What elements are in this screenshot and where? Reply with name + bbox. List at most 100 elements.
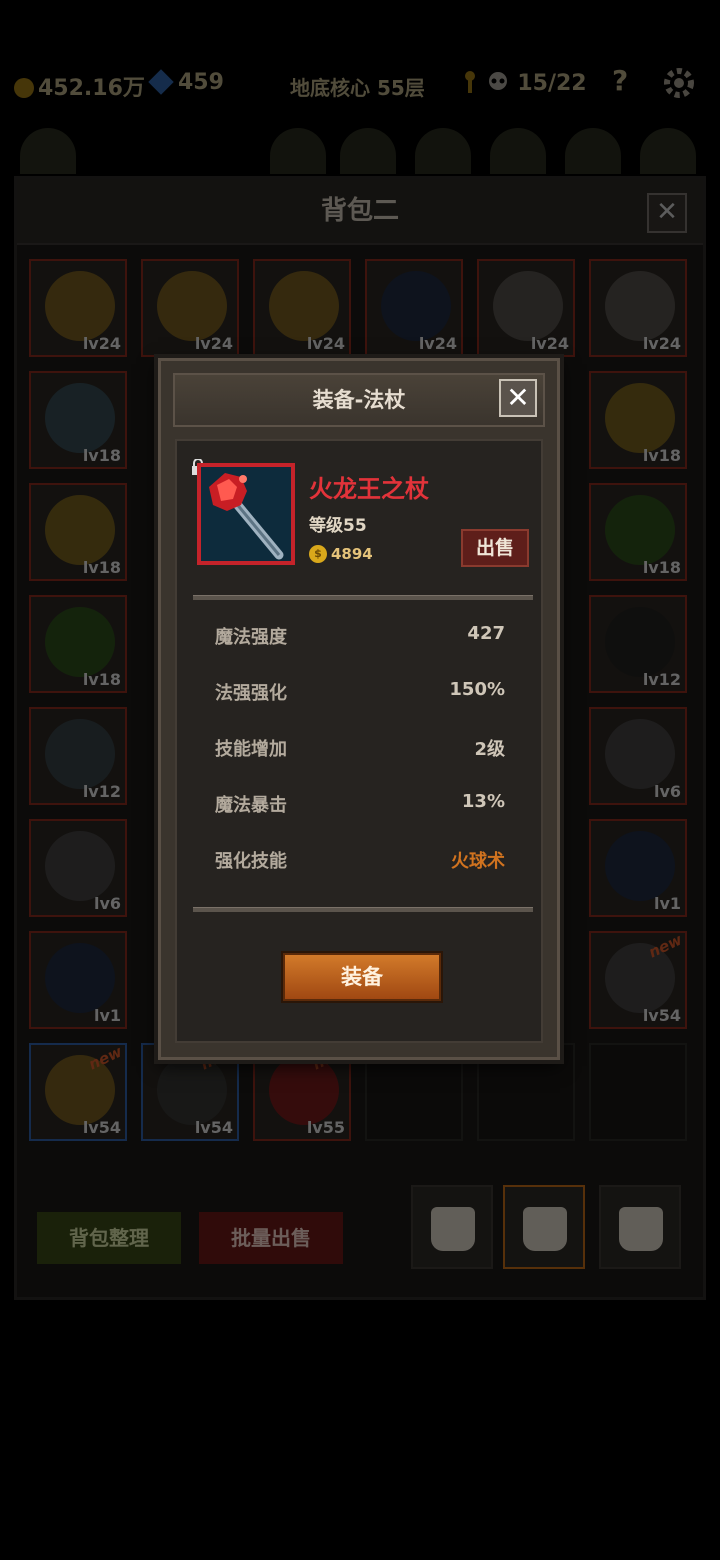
batch-sell-button[interactable]: 批量出售: [199, 1212, 343, 1264]
slot-level: lv24: [530, 334, 569, 353]
slot-level: lv54: [642, 1006, 681, 1025]
horned-helmet-icon: [605, 271, 675, 341]
equipment-detail-modal: 装备-法杖 ✕ 火龙王之杖 等级55 $ 4894 出售 魔法强度 427 法强…: [158, 358, 560, 1060]
bag-title: 背包二: [17, 179, 703, 245]
slot-level: lv24: [306, 334, 345, 353]
status-bar: 452.16万 459 地底核心 55层 15/22 ?: [0, 62, 720, 106]
slot-level: lv18: [642, 446, 681, 465]
gold-counter: 452.16万: [14, 70, 145, 102]
gem-counter: 459: [148, 69, 224, 95]
gem-icon: [148, 69, 174, 95]
modal-title: 装备-法杖: [312, 388, 406, 412]
hero-portrait-row: [0, 118, 720, 176]
bag-slot[interactable]: lv12: [589, 595, 687, 693]
key-icon: [465, 71, 475, 93]
backpack-icon: [431, 1207, 475, 1251]
backpack-icon: [619, 1207, 663, 1251]
bag-slot[interactable]: lv18: [29, 483, 127, 581]
bag-slot[interactable]: lv24: [589, 259, 687, 357]
modal-header: 装备-法杖 ✕: [173, 373, 545, 427]
horned-helmet-icon: [493, 271, 563, 341]
hero-portrait: [640, 128, 696, 174]
hero-portrait: [415, 128, 471, 174]
bag-tab-1[interactable]: [411, 1185, 493, 1269]
slot-level: lv18: [642, 558, 681, 577]
stat-label: 法强强化: [215, 683, 287, 704]
slot-level: lv54: [82, 1118, 121, 1137]
stat-row: 法强强化 150%: [215, 679, 505, 709]
sell-button[interactable]: 出售: [461, 529, 529, 567]
ring-icon: [605, 383, 675, 453]
modal-close-button[interactable]: ✕: [499, 379, 537, 417]
stat-row: 强化技能 火球术: [215, 847, 505, 877]
slot-level: lv12: [82, 782, 121, 801]
stat-label: 魔法暴击: [215, 795, 287, 816]
bag-slot[interactable]: lv24: [29, 259, 127, 357]
earring-icon: [269, 271, 339, 341]
item-icon-frame: [197, 463, 295, 565]
bag-slot[interactable]: lv24: [253, 259, 351, 357]
hero-portrait: [490, 128, 546, 174]
bag-slot[interactable]: lv1: [29, 931, 127, 1029]
item-level: 等级55: [309, 516, 367, 536]
bag-tab-2[interactable]: [503, 1185, 585, 1269]
enhanced-skill-value: 火球术: [451, 851, 505, 872]
bag-slot[interactable]: lv1: [589, 819, 687, 917]
bag-slot[interactable]: lv6: [589, 707, 687, 805]
bag-slot[interactable]: lv24: [477, 259, 575, 357]
stat-value: 427: [467, 623, 505, 644]
cloak-icon: [45, 607, 115, 677]
backpack-icon: [523, 1207, 567, 1251]
slot-level: lv18: [82, 446, 121, 465]
slot-level: lv54: [194, 1118, 233, 1137]
boots-icon: [381, 271, 451, 341]
stat-value: 150%: [449, 679, 505, 700]
bag-slot[interactable]: lv24: [141, 259, 239, 357]
boots-icon: [45, 943, 115, 1013]
help-button[interactable]: ?: [612, 64, 628, 97]
slot-level: lv24: [642, 334, 681, 353]
skull-icon: [488, 72, 507, 90]
shield-icon: [45, 719, 115, 789]
stat-row: 技能增加 2级: [215, 735, 505, 765]
earring-icon: [157, 271, 227, 341]
hero-portrait: [340, 128, 396, 174]
axe-icon: [45, 383, 115, 453]
earring-icon: [45, 271, 115, 341]
bag-slot[interactable]: lv18: [589, 483, 687, 581]
bag-slot[interactable]: lv12: [29, 707, 127, 805]
bag-slot[interactable]: lv6: [29, 819, 127, 917]
hero-portrait: [20, 128, 76, 174]
divider: [193, 907, 533, 912]
bag-slot[interactable]: lv18: [29, 595, 127, 693]
bag-slot[interactable]: lv18: [589, 371, 687, 469]
bag-slot[interactable]: lv18: [29, 371, 127, 469]
sort-bag-button[interactable]: 背包整理: [37, 1212, 181, 1264]
empty-bag-slot[interactable]: [589, 1043, 687, 1141]
helmet-icon: [45, 831, 115, 901]
stat-row: 魔法强度 427: [215, 623, 505, 653]
slot-level: lv1: [653, 894, 681, 913]
stat-label: 技能增加: [215, 739, 287, 760]
slot-level: lv6: [93, 894, 121, 913]
bag-slot[interactable]: newlv54: [29, 1043, 127, 1141]
slot-level: lv6: [653, 782, 681, 801]
item-price: 4894: [331, 545, 373, 563]
bag-tab-3[interactable]: [599, 1185, 681, 1269]
slot-level: lv55: [306, 1118, 345, 1137]
equip-button[interactable]: 装备: [283, 953, 441, 1001]
slot-level: lv24: [194, 334, 233, 353]
floor-label: 地底核心 55层: [290, 76, 425, 100]
settings-gear-icon[interactable]: [662, 66, 696, 100]
bag-close-button[interactable]: ✕: [647, 193, 687, 233]
slot-level: lv12: [642, 670, 681, 689]
stat-value: 2级: [474, 739, 505, 760]
key-counter: 15/22: [462, 70, 587, 96]
gold-coin-icon: [14, 78, 34, 98]
fire-dragon-staff-icon: [209, 473, 284, 560]
hero-portrait: [270, 128, 326, 174]
slot-level: lv18: [82, 558, 121, 577]
bag-slot[interactable]: lv24: [365, 259, 463, 357]
helmet-icon: [605, 719, 675, 789]
bag-slot[interactable]: newlv54: [589, 931, 687, 1029]
